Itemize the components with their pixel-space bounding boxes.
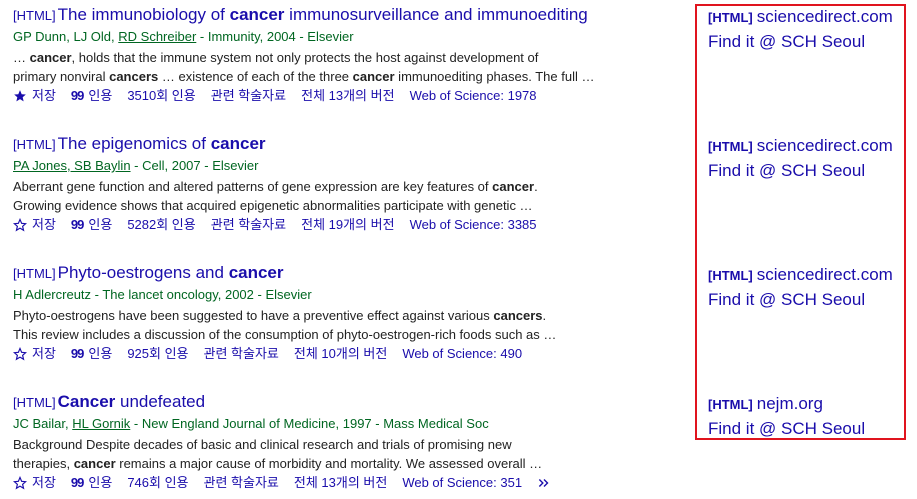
html-tag: [HTML]: [13, 266, 56, 281]
related-articles-link[interactable]: 관련 학술자료: [204, 474, 279, 492]
result-item: [HTML] The epigenomics of cancer PA Jones…: [13, 133, 693, 234]
result-actions: 저장 99 인용 746회 인용 관련 학술자료 전체 13개의 버전 Web …: [13, 474, 693, 492]
all-versions-link[interactable]: 전체 13개의 버전: [301, 87, 394, 105]
result-item: [HTML] Cancer undefeated JC Bailar, HL Go…: [13, 391, 693, 492]
result-authors: PA Jones, SB Baylin - Cell, 2007 - Elsev…: [13, 158, 259, 173]
more-options-button[interactable]: [537, 476, 556, 490]
fulltext-link[interactable]: [HTML] nejm.org: [708, 393, 865, 416]
save-button[interactable]: 저장: [13, 87, 56, 105]
result-authors: GP Dunn, LJ Old, RD Schreiber - Immunity…: [13, 29, 354, 44]
save-button[interactable]: 저장: [13, 216, 56, 234]
find-it-link[interactable]: Find it @ SCH Seoul: [708, 31, 893, 53]
result-item: [HTML] Phyto-oestrogens and cancer H Adle…: [13, 262, 693, 363]
result-title-link[interactable]: [HTML] Phyto-oestrogens and cancer: [13, 262, 693, 285]
quote-icon: 99: [70, 88, 85, 103]
star-outline-icon: [13, 476, 27, 490]
result-title-link[interactable]: [HTML] The immunobiology of cancer immuno…: [13, 4, 693, 27]
all-versions-link[interactable]: 전체 13개의 버전: [294, 474, 387, 492]
fulltext-link-group: [HTML] nejm.org Find it @ SCH Seoul: [708, 393, 865, 440]
result-snippet: … cancer, holds that the immune system n…: [13, 50, 595, 84]
result-actions: 저장 99 인용 925회 인용 관련 학술자료 전체 10개의 버전 Web …: [13, 345, 693, 363]
all-versions-link[interactable]: 전체 10개의 버전: [294, 345, 387, 363]
html-tag: [HTML]: [13, 137, 56, 152]
cite-button[interactable]: 99 인용: [71, 345, 112, 363]
result-title-link[interactable]: [HTML] Cancer undefeated: [13, 391, 693, 414]
author-link[interactable]: HL Gornik: [72, 416, 130, 431]
fulltext-link[interactable]: [HTML] sciencedirect.com: [708, 264, 893, 287]
related-articles-link[interactable]: 관련 학술자료: [204, 345, 279, 363]
result-authors: JC Bailar, HL Gornik - New England Journ…: [13, 416, 489, 431]
double-chevron-right-icon: [538, 479, 549, 487]
cited-by-link[interactable]: 3510회 인용: [127, 87, 195, 105]
web-of-science-link[interactable]: Web of Science: 3385: [410, 216, 537, 234]
result-actions: 저장 99 인용 5282회 인용 관련 학술자료 전체 19개의 버전 Web…: [13, 216, 693, 234]
result-snippet: Aberrant gene function and altered patte…: [13, 179, 538, 213]
related-articles-link[interactable]: 관련 학술자료: [211, 216, 286, 234]
result-actions: 저장 99 인용 3510회 인용 관련 학술자료 전체 13개의 버전 Web…: [13, 87, 693, 105]
cite-button[interactable]: 99 인용: [71, 87, 112, 105]
cited-by-link[interactable]: 746회 인용: [127, 474, 188, 492]
quote-icon: 99: [70, 346, 85, 361]
result-snippet: Phyto-oestrogens have been suggested to …: [13, 308, 557, 342]
find-it-link[interactable]: Find it @ SCH Seoul: [708, 289, 893, 311]
author-link[interactable]: PA Jones, SB Baylin: [13, 158, 131, 173]
find-it-link[interactable]: Find it @ SCH Seoul: [708, 418, 865, 440]
star-filled-icon: [14, 90, 26, 102]
save-button[interactable]: 저장: [13, 474, 56, 492]
cited-by-link[interactable]: 925회 인용: [127, 345, 188, 363]
all-versions-link[interactable]: 전체 19개의 버전: [301, 216, 394, 234]
save-button[interactable]: 저장: [13, 345, 56, 363]
web-of-science-link[interactable]: Web of Science: 1978: [410, 87, 537, 105]
cite-button[interactable]: 99 인용: [71, 216, 112, 234]
quote-icon: 99: [70, 475, 85, 490]
fulltext-links-panel: [HTML] sciencedirect.com Find it @ SCH Se…: [695, 4, 906, 440]
cite-button[interactable]: 99 인용: [71, 474, 112, 492]
fulltext-link[interactable]: [HTML] sciencedirect.com: [708, 135, 893, 158]
result-snippet: Background Despite decades of basic and …: [13, 437, 543, 471]
fulltext-link-group: [HTML] sciencedirect.com Find it @ SCH Se…: [708, 135, 893, 182]
html-tag: [HTML]: [13, 395, 56, 410]
star-outline-icon: [13, 347, 27, 361]
result-item: [HTML] The immunobiology of cancer immuno…: [13, 4, 693, 105]
author-link[interactable]: RD Schreiber: [118, 29, 196, 44]
fulltext-link[interactable]: [HTML] sciencedirect.com: [708, 6, 893, 29]
find-it-link[interactable]: Find it @ SCH Seoul: [708, 160, 893, 182]
html-tag: [HTML]: [13, 8, 56, 23]
star-outline-icon: [13, 218, 27, 232]
quote-icon: 99: [70, 217, 85, 232]
cited-by-link[interactable]: 5282회 인용: [127, 216, 195, 234]
web-of-science-link[interactable]: Web of Science: 490: [402, 345, 522, 363]
fulltext-link-group: [HTML] sciencedirect.com Find it @ SCH Se…: [708, 6, 893, 53]
fulltext-link-group: [HTML] sciencedirect.com Find it @ SCH Se…: [708, 264, 893, 311]
result-authors: H Adlercreutz - The lancet oncology, 200…: [13, 287, 312, 302]
web-of-science-link[interactable]: Web of Science: 351: [402, 474, 522, 492]
result-title-link[interactable]: [HTML] The epigenomics of cancer: [13, 133, 693, 156]
related-articles-link[interactable]: 관련 학술자료: [211, 87, 286, 105]
